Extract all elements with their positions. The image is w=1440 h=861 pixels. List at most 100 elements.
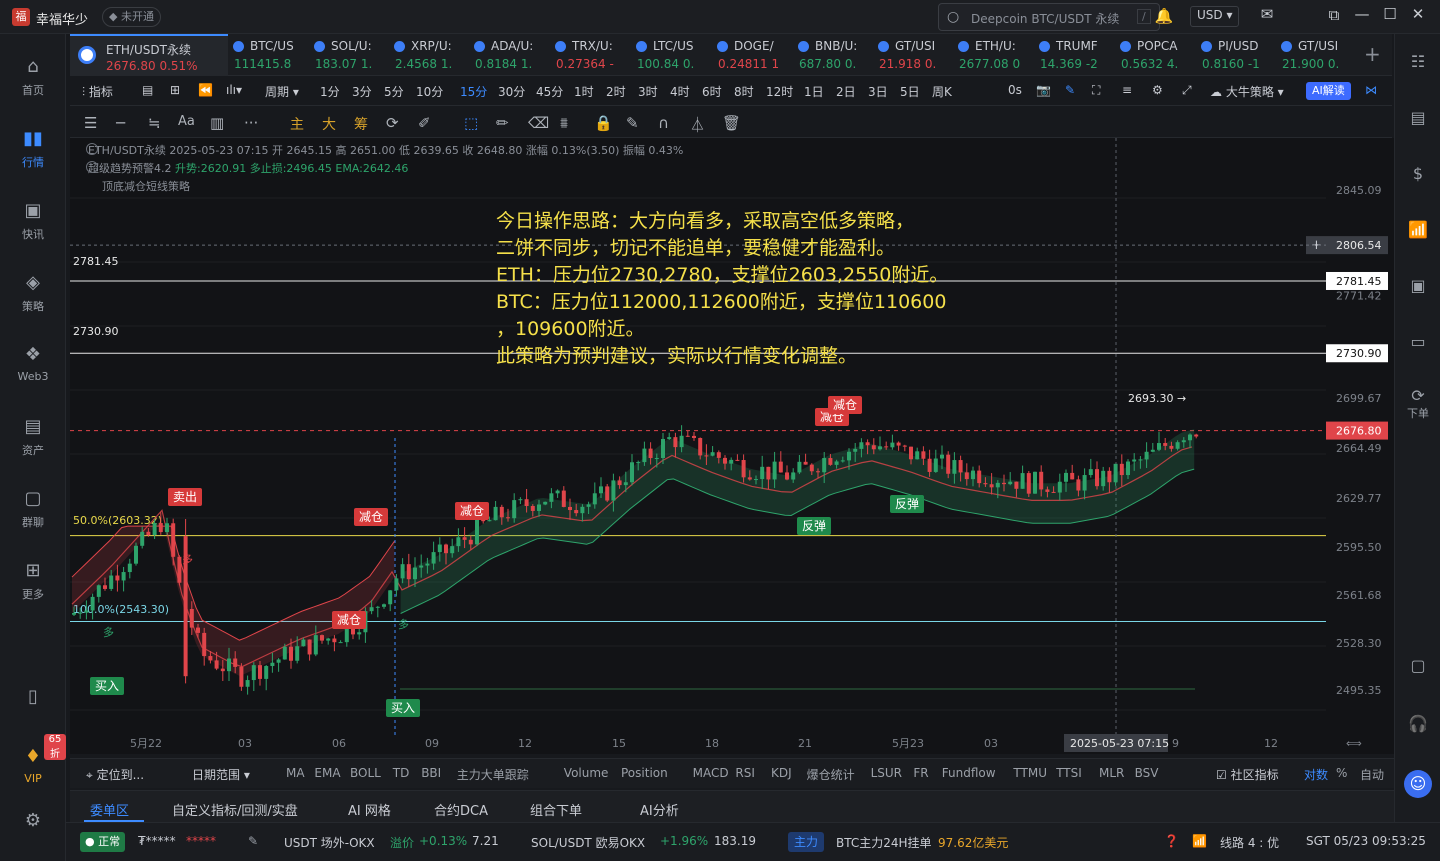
card-icon[interactable]: ▭ — [1395, 332, 1440, 351]
dollar-icon[interactable]: $ — [1395, 164, 1440, 183]
period-16[interactable]: 3日 — [868, 83, 888, 100]
chip-tool[interactable]: 筹 — [354, 114, 368, 134]
date-range-select[interactable]: 日期范围 ▾ — [192, 766, 250, 783]
ticker-tab[interactable]: PI/USD 0.8160 -1 — [1196, 34, 1276, 76]
tab-2[interactable]: AI 网格 — [348, 800, 391, 819]
rewind-icon[interactable]: ⏪ — [198, 83, 213, 97]
bell-icon[interactable]: 🔔 — [1152, 7, 1176, 25]
filter-icon[interactable]: ⏃ — [690, 114, 705, 135]
expand-icon[interactable]: ⤢ — [1182, 83, 1192, 98]
indicator-5[interactable]: 主力大单跟踪 — [457, 766, 529, 783]
period-15[interactable]: 2日 — [836, 83, 856, 100]
ticker-tab[interactable]: TRUMF 14.369 -2 — [1034, 34, 1115, 76]
trash-icon[interactable]: 🗑 — [722, 114, 741, 132]
indicator-11[interactable]: 爆仓统计 — [807, 766, 855, 783]
indicator-10[interactable]: KDJ — [771, 766, 792, 780]
period-7[interactable]: 1时 — [574, 83, 594, 100]
period-8[interactable]: 2时 — [606, 83, 626, 100]
settings-icon[interactable]: ⚙ — [1152, 83, 1163, 97]
tab-4[interactable]: 组合下单 — [530, 800, 582, 819]
ticker-tab[interactable]: DOGE/0.24811 1 — [712, 34, 793, 76]
signal-icon[interactable]: 📶 — [1395, 220, 1440, 239]
ticker-tab[interactable]: BNB/U: 687.80 0. — [793, 34, 873, 76]
pencil-icon[interactable]: ✏ — [496, 114, 509, 132]
font-tool[interactable]: Aa — [178, 114, 195, 129]
search-input[interactable]: ○ Deepcoin BTC/USDT 永续 / — [938, 3, 1160, 31]
pen-icon[interactable]: ✎ — [1065, 83, 1075, 97]
layout-icon[interactable]: ⊞ — [170, 83, 180, 97]
sidebar-item-7[interactable]: ⊞ 更多 — [0, 560, 66, 602]
maximize-icon[interactable]: ☐ — [1378, 5, 1402, 23]
indicator-7[interactable]: Position — [621, 766, 668, 780]
period-2[interactable]: 5分 — [384, 83, 404, 100]
close-icon[interactable]: ✕ — [1406, 5, 1430, 23]
monitor-icon[interactable]: ▣ — [1395, 276, 1440, 295]
refresh-icon[interactable]: ⟳ — [386, 114, 399, 132]
period-14[interactable]: 1日 — [804, 83, 824, 100]
network-line[interactable]: 线路 4 : 优 — [1220, 834, 1279, 851]
edit-icon[interactable]: ✎ — [248, 834, 258, 848]
headset-icon[interactable]: 🎧 — [1395, 714, 1440, 733]
eraser-icon[interactable]: ⌫ — [528, 114, 549, 132]
menu-icon[interactable]: ☰ — [84, 114, 97, 132]
pattern-icon[interactable]: ⩩ — [560, 114, 568, 132]
indicator-4[interactable]: BBI — [421, 766, 441, 780]
order-button[interactable]: ⟳ 下单 — [1395, 386, 1440, 421]
indicator-18[interactable]: BSV — [1135, 766, 1159, 780]
share-icon[interactable]: ⋈ — [1365, 83, 1377, 97]
edit-icon[interactable]: ✎ — [626, 114, 639, 132]
phone-icon[interactable]: ▯ — [0, 686, 66, 712]
indicator-2[interactable]: BOLL — [350, 766, 381, 780]
period-0[interactable]: 1分 — [320, 83, 340, 100]
vip-status-badge[interactable]: ◆ 未开通 — [102, 7, 161, 27]
ticker-tab[interactable]: GT/USI 21.900 0. — [1276, 34, 1354, 76]
ticker-tab[interactable]: GT/USI 21.918 0. — [873, 34, 953, 76]
minimize-icon[interactable]: — — [1350, 5, 1374, 23]
list-icon[interactable]: ☷ — [1395, 52, 1440, 71]
popout-icon[interactable]: ⧉ — [1322, 6, 1346, 24]
ai-button[interactable]: AI解读 — [1306, 82, 1351, 100]
period-12[interactable]: 8时 — [734, 83, 754, 100]
sidebar-item-5[interactable]: ▤ 资产 — [0, 416, 66, 458]
period-18[interactable]: 周K — [932, 83, 952, 100]
indicator-12[interactable]: LSUR — [871, 766, 902, 780]
window-icon[interactable]: ▢ — [1395, 656, 1440, 675]
sidebar-item-0[interactable]: ⌂ 首页 — [0, 56, 66, 98]
ticker-tab[interactable]: ETH/USDT永续 2676.80 0.51% — [70, 34, 228, 76]
tab-3[interactable]: 合约DCA — [434, 800, 488, 819]
camera-icon[interactable]: 📷 — [1036, 83, 1051, 97]
indicator-8[interactable]: MACD — [693, 766, 729, 780]
ticker-tab[interactable]: ADA/U: 0.8184 1. — [469, 34, 550, 76]
indicator-3[interactable]: TD — [393, 766, 410, 780]
brush-icon[interactable]: ✐ — [418, 114, 431, 132]
ticker-tab[interactable]: XRP/U: 2.4568 1. — [389, 34, 469, 76]
indicator-6[interactable]: Volume — [564, 766, 609, 780]
magnet-icon[interactable]: ∩ — [658, 114, 669, 132]
tab-1[interactable]: 自定义指标/回测/实盘 — [172, 800, 298, 819]
chart-type-icon[interactable]: ılı▾ — [226, 83, 242, 97]
locate-button[interactable]: ⌖ 定位到... — [86, 766, 144, 783]
candlestick-chart[interactable]: ETH/USDT永续 2025-05-23 07:15 开 2645.15 高 … — [70, 138, 1394, 754]
period-17[interactable]: 5日 — [900, 83, 920, 100]
strategy-select[interactable]: ☁ 大牛策略 ▾ — [1210, 83, 1284, 100]
hline-icon[interactable]: ─ — [116, 114, 125, 132]
sidebar-item-2[interactable]: ▣ 快讯 — [0, 200, 66, 242]
indicator-13[interactable]: FR — [913, 766, 928, 780]
tab-5[interactable]: AI分析 — [640, 800, 679, 819]
indicator-17[interactable]: MLR — [1099, 766, 1124, 780]
list-icon[interactable]: ≡ — [1122, 83, 1132, 97]
percent-toggle[interactable]: % — [1336, 766, 1347, 780]
ticker-tab[interactable]: BTC/US 111415.8 — [228, 34, 309, 76]
auto-toggle[interactable]: 自动 — [1360, 766, 1384, 783]
lock-icon[interactable]: 🔒 — [594, 114, 613, 132]
trend-icon[interactable]: ≒ — [148, 114, 161, 132]
indicator-15[interactable]: TTMU — [1013, 766, 1047, 780]
fullscreen-icon[interactable]: ⛶ — [1092, 83, 1100, 98]
sidebar-item-1[interactable]: ▮▮ 行情 — [0, 128, 66, 170]
settings-button[interactable]: ⚙ — [0, 810, 66, 836]
ruler-icon[interactable]: ▥ — [210, 114, 224, 132]
add-tab-icon[interactable]: + — [1364, 42, 1381, 66]
ticker-tab[interactable]: SOL/U: 183.07 1. — [309, 34, 389, 76]
indicator-9[interactable]: RSI — [735, 766, 755, 780]
sidebar-item-3[interactable]: ◈ 策略 — [0, 272, 66, 314]
